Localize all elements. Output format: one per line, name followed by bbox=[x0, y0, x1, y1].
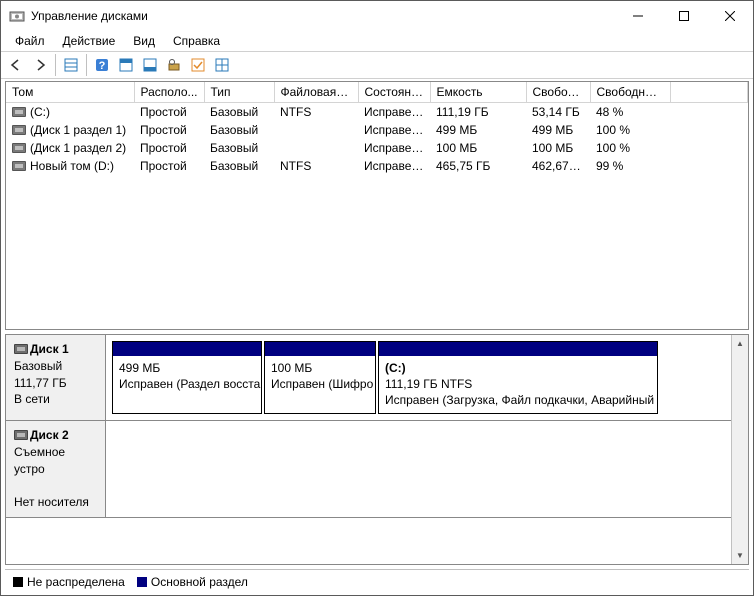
volume-icon bbox=[12, 161, 26, 171]
view-grid-button[interactable] bbox=[211, 54, 233, 76]
svg-text:?: ? bbox=[99, 60, 106, 72]
partition[interactable]: 499 МБИсправен (Раздел восста bbox=[112, 341, 262, 414]
scrollbar[interactable]: ▲ ▼ bbox=[731, 335, 748, 564]
col-volume[interactable]: Том bbox=[6, 82, 134, 103]
help-button[interactable]: ? bbox=[91, 54, 113, 76]
disk-label[interactable]: Диск 2 Съемное устроНет носителя bbox=[6, 421, 106, 517]
volume-icon bbox=[12, 143, 26, 153]
partition[interactable]: 100 МБИсправен (Шифро bbox=[264, 341, 376, 414]
column-headers[interactable]: Том Располо... Тип Файловая с... Состоян… bbox=[6, 82, 748, 103]
menu-view[interactable]: Вид bbox=[125, 32, 163, 50]
scroll-up-icon[interactable]: ▲ bbox=[732, 335, 748, 352]
toolbar: ? bbox=[1, 51, 753, 79]
scroll-down-icon[interactable]: ▼ bbox=[732, 547, 748, 564]
view-bottom-button[interactable] bbox=[139, 54, 161, 76]
forward-button[interactable] bbox=[29, 54, 51, 76]
col-capacity[interactable]: Емкость bbox=[430, 82, 526, 103]
col-fs[interactable]: Файловая с... bbox=[274, 82, 358, 103]
volume-icon bbox=[12, 107, 26, 117]
table-row[interactable]: (Диск 1 раздел 2) ПростойБазовый Исправе… bbox=[6, 139, 748, 157]
col-free[interactable]: Свобод... bbox=[526, 82, 590, 103]
legend-unallocated: Не распределена bbox=[13, 575, 125, 589]
app-icon bbox=[9, 8, 25, 24]
table-row[interactable]: (C:) ПростойБазовыйNTFS Исправен...111,1… bbox=[6, 103, 748, 122]
table-row[interactable]: Новый том (D:) ПростойБазовыйNTFS Исправ… bbox=[6, 157, 748, 175]
disk-map: Диск 1 Базовый111,77 ГБВ сети 499 МБИспр… bbox=[5, 334, 749, 565]
menubar: Файл Действие Вид Справка bbox=[1, 31, 753, 51]
back-button[interactable] bbox=[5, 54, 27, 76]
legend-primary: Основной раздел bbox=[137, 575, 248, 589]
volume-icon bbox=[12, 125, 26, 135]
table-row[interactable]: (Диск 1 раздел 1) ПростойБазовый Исправе… bbox=[6, 121, 748, 139]
disk-row: Диск 2 Съемное устроНет носителя bbox=[6, 421, 731, 518]
menu-file[interactable]: Файл bbox=[7, 32, 53, 50]
check-button[interactable] bbox=[187, 54, 209, 76]
col-type[interactable]: Тип bbox=[204, 82, 274, 103]
maximize-button[interactable] bbox=[661, 1, 707, 31]
disk-icon bbox=[14, 344, 28, 354]
minimize-button[interactable] bbox=[615, 1, 661, 31]
menu-help[interactable]: Справка bbox=[165, 32, 228, 50]
partition[interactable]: (C:)111,19 ГБ NTFSИсправен (Загрузка, Фа… bbox=[378, 341, 658, 414]
volume-list[interactable]: Том Располо... Тип Файловая с... Состоян… bbox=[5, 82, 749, 330]
window-title: Управление дисками bbox=[31, 9, 615, 23]
view-list-button[interactable] bbox=[60, 54, 82, 76]
disk-icon bbox=[14, 430, 28, 440]
col-layout[interactable]: Располо... bbox=[134, 82, 204, 103]
disk-label[interactable]: Диск 1 Базовый111,77 ГБВ сети bbox=[6, 335, 106, 420]
titlebar: Управление дисками bbox=[1, 1, 753, 31]
menu-action[interactable]: Действие bbox=[55, 32, 124, 50]
legend: Не распределена Основной раздел bbox=[5, 569, 749, 593]
col-status[interactable]: Состояние bbox=[358, 82, 430, 103]
view-top-button[interactable] bbox=[115, 54, 137, 76]
close-button[interactable] bbox=[707, 1, 753, 31]
disk-management-window: Управление дисками Файл Действие Вид Спр… bbox=[0, 0, 754, 596]
disk-row: Диск 1 Базовый111,77 ГБВ сети 499 МБИспр… bbox=[6, 335, 731, 421]
col-freepct[interactable]: Свободно % bbox=[590, 82, 670, 103]
action-button[interactable] bbox=[163, 54, 185, 76]
